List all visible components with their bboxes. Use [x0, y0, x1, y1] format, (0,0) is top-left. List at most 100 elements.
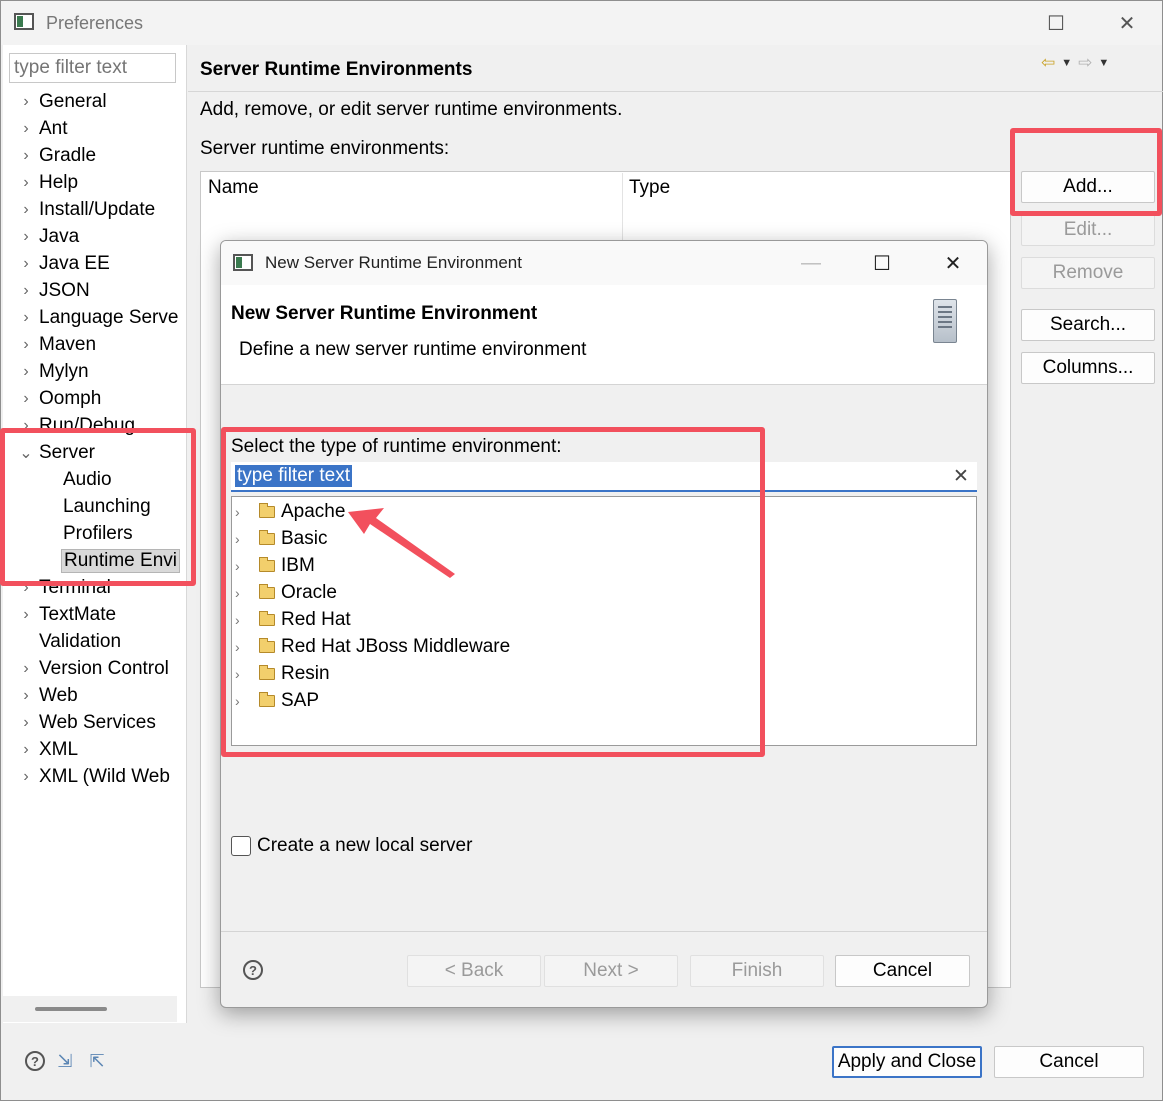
chevron-right-icon[interactable]: › [17, 93, 35, 111]
chevron-right-icon[interactable]: › [17, 282, 35, 300]
import-icon[interactable]: ⇲ [53, 1049, 77, 1073]
server-icon [933, 299, 957, 343]
minimize-icon[interactable]: — [791, 245, 831, 281]
chevron-right-icon[interactable]: › [17, 120, 35, 138]
dialog-header-title: New Server Runtime Environment [231, 303, 538, 324]
preferences-cancel-button[interactable]: Cancel [994, 1046, 1144, 1078]
export-icon[interactable]: ⇱ [85, 1049, 109, 1073]
tree-item[interactable]: › Ant [1, 115, 185, 142]
chevron-right-icon[interactable]: › [17, 174, 35, 192]
tree-item[interactable]: › Web Services [1, 709, 185, 736]
highlight-box-add [1010, 128, 1162, 216]
help-icon[interactable]: ? [25, 1051, 45, 1071]
tree-item[interactable]: › Language Serve [1, 304, 185, 331]
chevron-right-icon[interactable]: › [17, 768, 35, 786]
tree-item[interactable]: › Install/Update [1, 196, 185, 223]
chevron-right-icon[interactable]: › [17, 363, 35, 381]
scrollbar-thumb[interactable] [35, 1007, 107, 1011]
tree-item-label: Install/Update [39, 198, 156, 220]
dialog-titlebar: New Server Runtime Environment — ☐ ✕ [221, 241, 987, 285]
edit-button[interactable]: Edit... [1021, 214, 1155, 246]
chevron-right-icon[interactable]: › [17, 201, 35, 219]
tree-item-label: TextMate [39, 603, 117, 625]
page-title: Server Runtime Environments [200, 59, 473, 80]
tree-item-label: Validation [39, 630, 122, 652]
tree-item[interactable]: › Version Control [1, 655, 185, 682]
tree-item-label: Language Serve [39, 306, 179, 328]
tree-item-label: Oomph [39, 387, 102, 409]
chevron-right-icon[interactable]: › [17, 741, 35, 759]
page-navigation: ⇦ ▼ ⇨ ▼ [1041, 53, 1109, 73]
preferences-titlebar: Preferences ☐ ✕ [1, 1, 1162, 45]
app-icon [14, 13, 34, 30]
clear-filter-icon[interactable]: ✕ [953, 465, 969, 488]
dialog-header: New Server Runtime Environment Define a … [221, 285, 987, 385]
forward-dropdown-icon[interactable]: ▼ [1098, 57, 1109, 69]
tree-item[interactable]: › Maven [1, 331, 185, 358]
chevron-right-icon[interactable]: › [17, 147, 35, 165]
dialog-maximize-icon[interactable]: ☐ [862, 245, 902, 281]
chevron-right-icon[interactable]: › [17, 687, 35, 705]
maximize-icon[interactable]: ☐ [1036, 5, 1076, 41]
dialog-title: New Server Runtime Environment [265, 253, 522, 272]
finish-button[interactable]: Finish [690, 955, 824, 987]
tree-item-label: XML (Wild Web [39, 765, 170, 787]
tree-item[interactable]: › TextMate [1, 601, 185, 628]
tree-item[interactable]: › XML [1, 736, 185, 763]
create-local-server-option[interactable]: Create a new local server [231, 835, 472, 857]
column-header-name[interactable]: Name [208, 173, 259, 203]
chevron-right-icon[interactable]: › [17, 660, 35, 678]
back-dropdown-icon[interactable]: ▼ [1061, 57, 1072, 69]
tree-item-label: General [39, 90, 107, 112]
dialog-close-icon[interactable]: ✕ [933, 245, 973, 281]
close-icon[interactable]: ✕ [1107, 5, 1147, 41]
highlight-box-server [0, 428, 196, 586]
tree-item[interactable]: › General [1, 88, 185, 115]
tree-item[interactable]: › JSON [1, 277, 185, 304]
tree-item[interactable]: Validation [1, 628, 185, 655]
tree-item[interactable]: › Mylyn [1, 358, 185, 385]
tree-item-label: Java EE [39, 252, 110, 274]
filter-input[interactable] [9, 53, 176, 83]
remove-button[interactable]: Remove [1021, 257, 1155, 289]
dialog-button-divider [221, 931, 987, 932]
highlight-box-runtime-types [221, 427, 765, 757]
dialog-help-icon[interactable]: ? [243, 960, 263, 980]
tree-item-label: Gradle [39, 144, 97, 166]
dialog-app-icon [233, 254, 253, 271]
tree-item[interactable]: › Oomph [1, 385, 185, 412]
tree-item[interactable]: › Gradle [1, 142, 185, 169]
dialog-cancel-button[interactable]: Cancel [835, 955, 970, 987]
chevron-right-icon[interactable]: › [17, 336, 35, 354]
back-button[interactable]: < Back [407, 955, 541, 987]
forward-arrow-icon[interactable]: ⇨ [1078, 53, 1092, 73]
tree-item[interactable]: › XML (Wild Web [1, 763, 185, 790]
chevron-right-icon[interactable]: › [17, 714, 35, 732]
tree-item-label: XML [39, 738, 79, 760]
columns-button[interactable]: Columns... [1021, 352, 1155, 384]
create-local-server-label[interactable]: Create a new local server [257, 835, 472, 857]
tree-item[interactable]: › Java EE [1, 250, 185, 277]
annotation-arrow-icon [348, 508, 455, 578]
tree-item[interactable]: › Web [1, 682, 185, 709]
tree-item[interactable]: › Java [1, 223, 185, 250]
column-header-type[interactable]: Type [629, 173, 670, 203]
chevron-right-icon[interactable]: › [17, 390, 35, 408]
window-title: Preferences [46, 13, 144, 33]
tree-item-label: JSON [39, 279, 90, 301]
tree-item-label: Web Services [39, 711, 156, 733]
chevron-right-icon[interactable]: › [17, 228, 35, 246]
back-arrow-icon[interactable]: ⇦ [1041, 53, 1055, 73]
next-button[interactable]: Next > [544, 955, 678, 987]
tree-item-label: Version Control [39, 657, 169, 679]
apply-and-close-button[interactable]: Apply and Close [832, 1046, 982, 1078]
chevron-right-icon[interactable]: › [17, 255, 35, 273]
tree-item-label: Help [39, 171, 79, 193]
dialog-header-description: Define a new server runtime environment [239, 339, 587, 360]
search-button[interactable]: Search... [1021, 309, 1155, 341]
create-local-server-checkbox[interactable] [231, 836, 251, 856]
tree-item[interactable]: › Help [1, 169, 185, 196]
chevron-right-icon[interactable]: › [17, 309, 35, 327]
chevron-right-icon[interactable]: › [17, 606, 35, 624]
tree-item-label: Web [39, 684, 78, 706]
